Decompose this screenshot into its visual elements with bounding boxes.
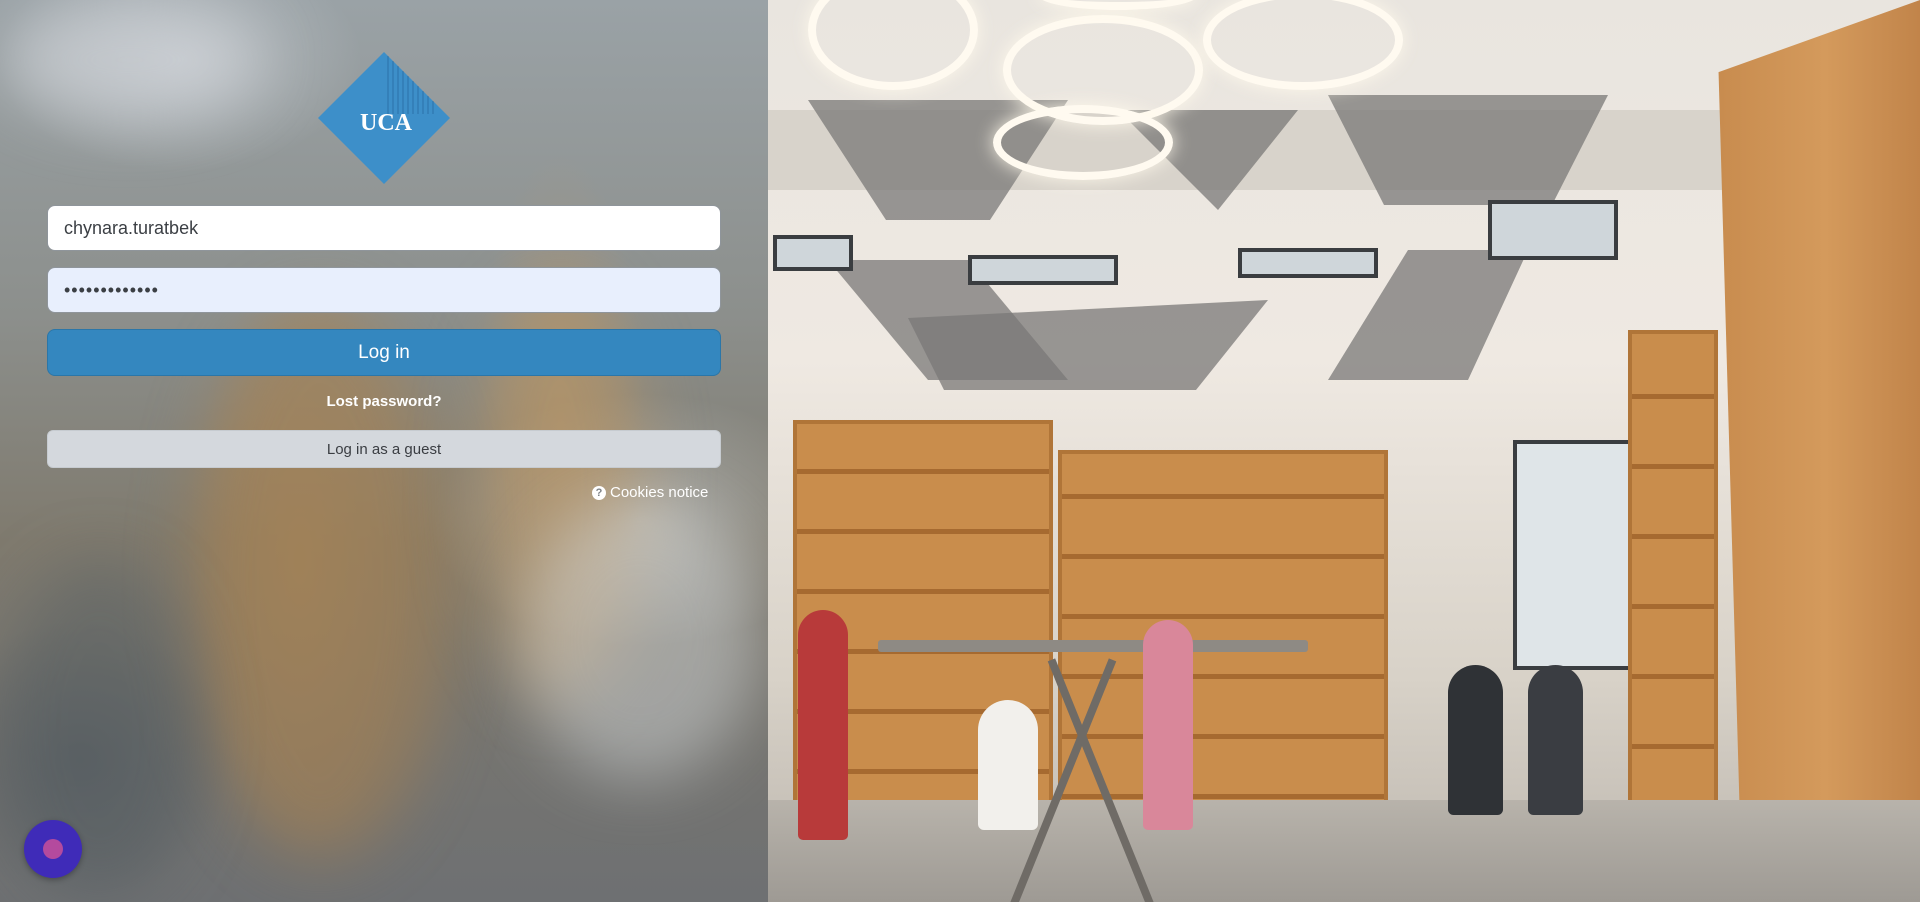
light-ring [808,0,978,90]
blurred-window [520,500,760,780]
person [1143,620,1193,830]
floor [768,800,1920,902]
question-circle-icon: ? [592,485,606,500]
login-button-label: Log in [358,341,410,363]
password-value: ••••••••••••• [64,279,159,300]
login-button[interactable]: Log in [47,329,721,376]
light-ring [1203,0,1403,90]
bookshelf [1628,330,1718,850]
uca-logo: UCA [318,52,450,184]
person [978,700,1038,830]
guest-login-button[interactable]: Log in as a guest [47,430,721,468]
guest-login-label: Log in as a guest [326,440,442,458]
cookies-notice-link[interactable]: ? Cookies notice [592,484,708,501]
library-photo [768,0,1920,902]
window [773,235,853,271]
light-ring [1038,0,1198,10]
person [1448,665,1503,815]
username-value: chynara.turatbek [64,217,199,238]
blurred-ceiling [0,0,260,120]
password-input[interactable]: ••••••••••••• [47,267,721,313]
lost-password-label: Lost password? [326,393,442,410]
light-ring [993,105,1173,180]
window [1238,248,1378,278]
chat-bubble-icon [43,839,63,859]
logo-text: UCA [360,110,413,136]
window [1488,200,1618,260]
person [798,610,848,840]
username-input[interactable]: chynara.turatbek [47,205,721,251]
chat-bubble-button[interactable] [24,820,82,878]
table [878,640,1308,652]
lost-password-link[interactable]: Lost password? [0,393,768,410]
window [968,255,1118,285]
cookies-notice-label: Cookies notice [610,484,709,501]
person [1528,665,1583,815]
blurred-shelf [190,300,450,860]
